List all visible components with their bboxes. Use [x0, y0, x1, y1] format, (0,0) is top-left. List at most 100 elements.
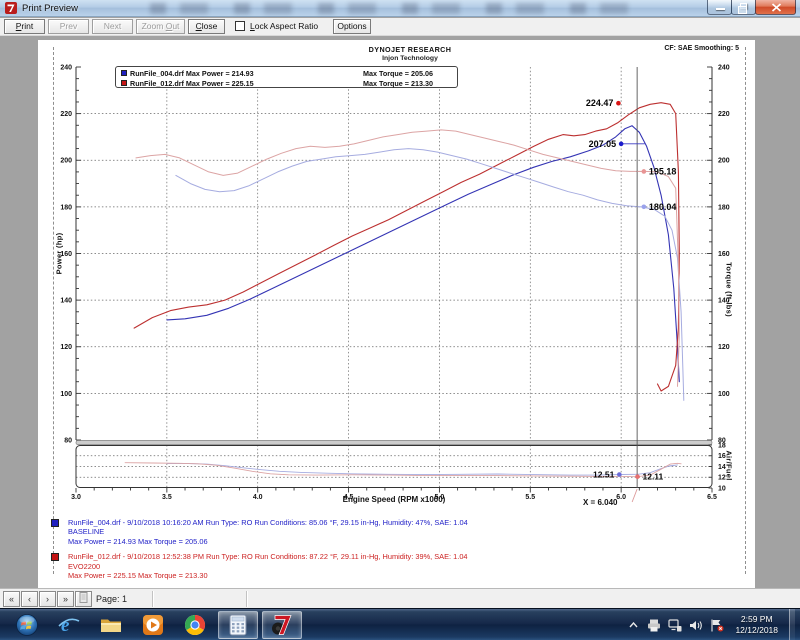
restore-button[interactable]: [731, 0, 756, 15]
next-button[interactable]: Next: [92, 19, 133, 34]
preview-area: 8080100100120120140140160160180180200200…: [0, 37, 800, 588]
print-preview-window: Print Preview Print Prev Next Zoom Out C…: [0, 0, 800, 608]
run-evo2200-max: Max Power = 225.15 Max Torque = 213.30: [68, 571, 468, 580]
taskbar-item-dynojet-app[interactable]: [262, 611, 302, 639]
marker-dot: [642, 169, 647, 174]
document-icon: [79, 592, 88, 603]
run-baseline-max: Max Power = 214.93 Max Torque = 205.06: [68, 537, 468, 546]
dyno-chart-canvas: 8080100100120120140140160160180180200200…: [38, 40, 755, 588]
internet-explorer-icon: e: [57, 613, 81, 637]
tick-label-torque: 100: [718, 391, 730, 398]
toolbar: Print Prev Next Zoom Out Close Lock Aspe…: [0, 18, 800, 36]
printer-icon: [647, 619, 661, 632]
tick-label-torque: 200: [718, 158, 730, 165]
marker-label: 207.05: [589, 139, 617, 149]
tick-label-power: 200: [60, 158, 72, 165]
svg-text:e: e: [61, 615, 70, 636]
close-window-button[interactable]: [755, 0, 796, 15]
page-margin-left: [53, 47, 54, 574]
chart-legend: RunFile_004.drf Max Power = 214.93 Max T…: [115, 66, 458, 88]
speaker-icon: [689, 619, 703, 632]
start-orb-icon: [15, 613, 39, 637]
next-page-button[interactable]: ›: [39, 591, 56, 607]
legend-row-evo2200: RunFile_012.drf Max Power = 225.15 Max T…: [121, 78, 457, 88]
taskbar: e: [0, 608, 800, 640]
tray-volume-icon[interactable]: [689, 618, 703, 632]
close-icon: [756, 0, 797, 15]
lock-aspect-ratio-label: Lock Aspect Ratio: [250, 21, 318, 31]
marker-label: 195.18: [649, 166, 677, 176]
lock-aspect-ratio-checkbox[interactable]: [235, 21, 245, 31]
tray-network-icon[interactable]: [668, 618, 682, 632]
print-button[interactable]: Print: [4, 19, 45, 34]
clock-date: 12/12/2018: [735, 625, 778, 636]
tray-action-center-icon[interactable]: [710, 618, 724, 632]
run-evo2200-name: EVO2200: [68, 562, 468, 571]
flag-alert-icon: [710, 619, 724, 632]
y-axis-label-power: Power (hp): [55, 209, 64, 299]
run-swatch-evo2200: [51, 553, 59, 561]
taskbar-item-media-player[interactable]: [134, 611, 172, 639]
last-page-button[interactable]: »: [57, 591, 74, 607]
taskbar-item-file-explorer[interactable]: [92, 611, 130, 639]
show-desktop-button[interactable]: [789, 609, 795, 640]
run-baseline-name: BASELINE: [68, 527, 468, 536]
page-margin-right: [745, 47, 746, 574]
window-title: Print Preview: [22, 3, 78, 14]
marker-dot: [617, 472, 622, 477]
tick-label-power: 120: [60, 344, 72, 351]
run-evo2200-line1: RunFile_012.drf - 9/10/2018 12:52:38 PM …: [68, 552, 468, 561]
start-button[interactable]: [8, 611, 46, 639]
prev-button[interactable]: Prev: [48, 19, 89, 34]
statusbar-separator: [152, 591, 153, 607]
run-swatch-baseline: [51, 519, 59, 527]
restore-icon: [740, 3, 747, 9]
first-page-button[interactable]: «: [3, 591, 20, 607]
tick-label-torque: 180: [718, 204, 730, 211]
app-icon: [5, 2, 17, 14]
run-info: RunFile_004.drf - 9/10/2018 10:16:20 AM …: [51, 518, 468, 580]
statusbar-separator: [246, 591, 247, 607]
tray-expand-button[interactable]: [626, 618, 640, 632]
series-torque-baseline: [176, 149, 684, 401]
tick-label-power: 80: [64, 437, 72, 444]
tick-label-power: 220: [60, 111, 72, 118]
marker-label: 12.51: [593, 470, 615, 480]
clock-time: 2:59 PM: [735, 614, 778, 625]
taskbar-item-calculator[interactable]: [218, 611, 258, 639]
legend-swatch-baseline: [121, 70, 127, 76]
y-axis-label-airfuel: Air/Fuel: [725, 421, 734, 511]
dynojet-app-icon: [271, 614, 293, 636]
tray-printer-icon[interactable]: [647, 618, 661, 632]
minimize-button[interactable]: [707, 0, 732, 15]
marker-dot: [616, 101, 621, 106]
marker-dot: [642, 204, 647, 209]
cursor-position-label: X = 6.040: [583, 498, 617, 507]
marker-label: 12.11: [642, 472, 663, 482]
titlebar: Print Preview: [0, 0, 800, 17]
chart-title: DYNOJET RESEARCH: [270, 45, 550, 54]
minimize-icon: [716, 8, 725, 10]
options-button[interactable]: Options: [333, 19, 371, 34]
tick-label-torque: 120: [718, 344, 730, 351]
marker-label: 180.04: [649, 202, 677, 212]
statusbar: « ‹ › » Page: 1: [0, 588, 800, 608]
legend-swatch-evo2200: [121, 80, 127, 86]
preview-page: 8080100100120120140140160160180180200200…: [38, 40, 755, 588]
page-setup-button[interactable]: [75, 591, 92, 607]
marker-label: 224.47: [586, 98, 614, 108]
tick-label-torque: 220: [718, 111, 730, 118]
tick-label-power: 140: [60, 298, 72, 305]
chevron-up-icon: [629, 622, 638, 628]
prev-page-button[interactable]: ‹: [21, 591, 38, 607]
tick-label-torque: 240: [718, 64, 730, 71]
zoom-out-button[interactable]: Zoom Out: [136, 19, 185, 34]
run-info-baseline: RunFile_004.drf - 9/10/2018 10:16:20 AM …: [51, 518, 468, 546]
chart-divider: [76, 441, 712, 445]
close-preview-button[interactable]: Close: [188, 19, 225, 34]
taskbar-item-internet-explorer[interactable]: e: [50, 611, 88, 639]
marker-dot: [635, 474, 640, 479]
taskbar-clock[interactable]: 2:59 PM 12/12/2018: [731, 614, 782, 636]
taskbar-item-chrome[interactable]: [176, 611, 214, 639]
smoothing-note: CF: SAE Smoothing: 5: [664, 45, 739, 52]
